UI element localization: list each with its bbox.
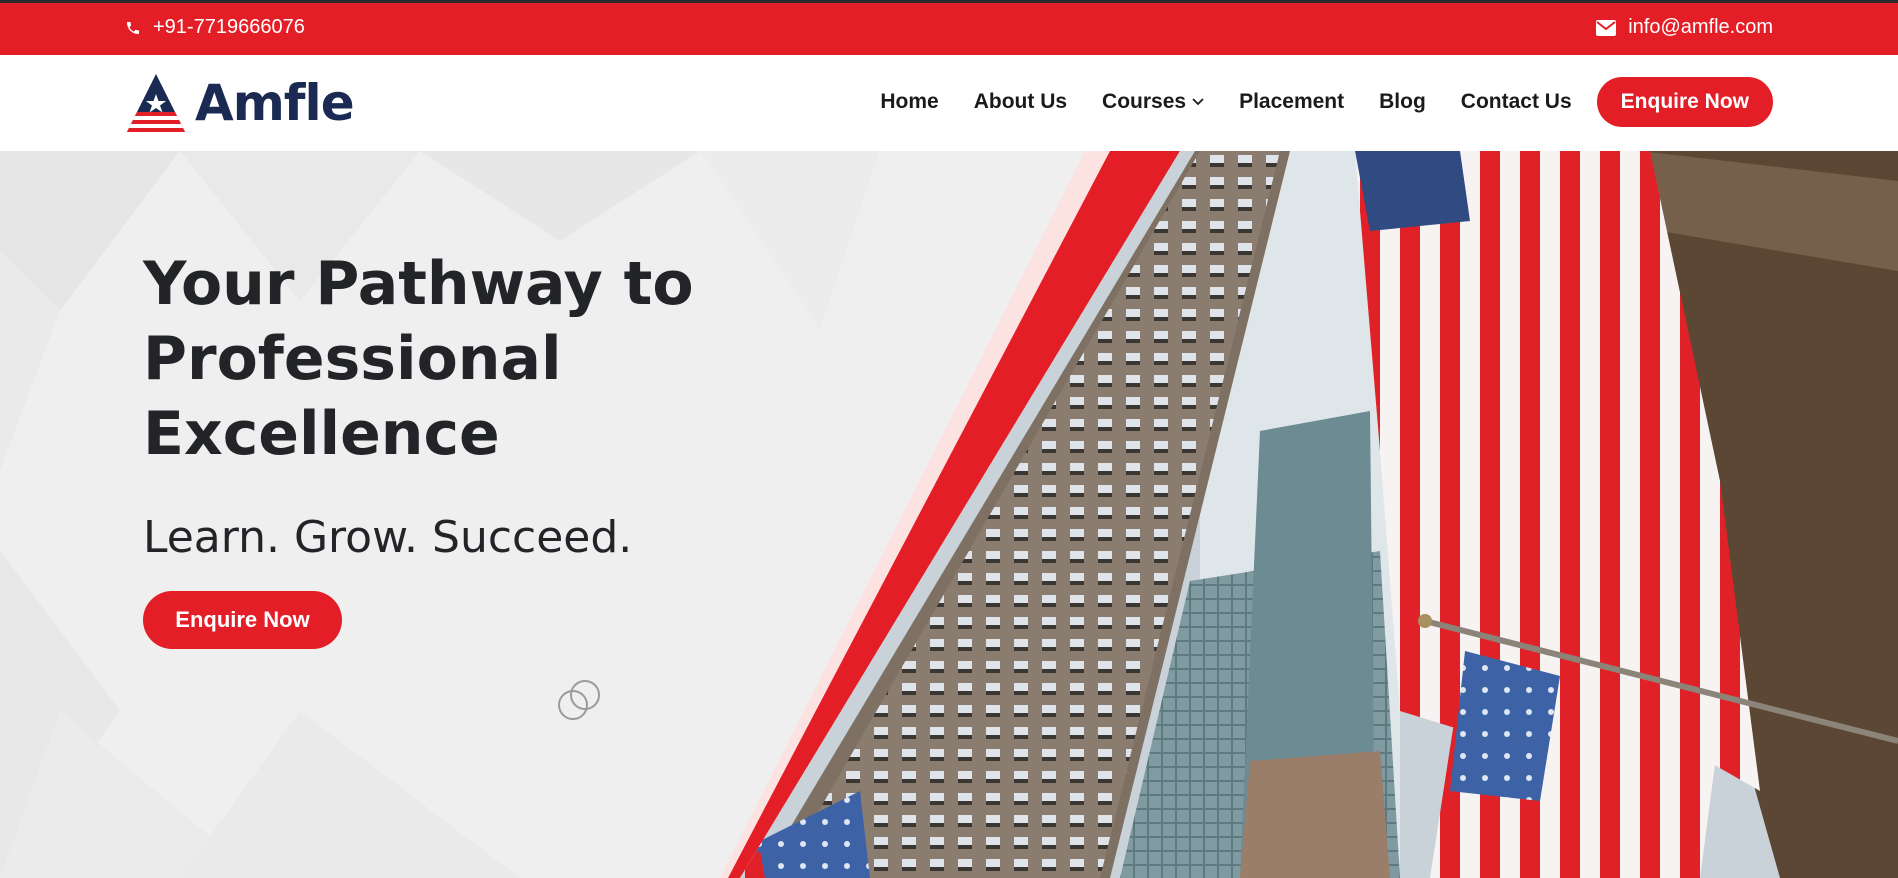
nav-item-placement[interactable]: Placement bbox=[1239, 90, 1344, 114]
hero-subtitle: Learn. Grow. Succeed. bbox=[143, 512, 633, 563]
phone-contact[interactable]: +91-7719666076 bbox=[125, 16, 305, 39]
hero-section: Your Pathway to Professional Excellence … bbox=[0, 151, 1898, 878]
nav-label-home[interactable]: Home bbox=[880, 90, 938, 114]
decorative-rings-icon bbox=[558, 680, 600, 720]
nav-item-contact-us[interactable]: Contact Us bbox=[1461, 90, 1572, 114]
chevron-down-icon bbox=[1192, 98, 1204, 106]
main-navbar: Amfle Home About Us Courses Placement Bl… bbox=[0, 55, 1898, 151]
brand-name: Amfle bbox=[195, 74, 355, 132]
logo-mark-icon bbox=[127, 74, 185, 132]
hero-title: Your Pathway to Professional Excellence bbox=[143, 249, 694, 469]
nav-label-blog[interactable]: Blog bbox=[1379, 90, 1426, 114]
top-contact-bar: +91-7719666076 info@amfle.com bbox=[0, 0, 1898, 55]
nav-item-about-us[interactable]: About Us bbox=[974, 90, 1067, 114]
email-contact[interactable]: info@amfle.com bbox=[1596, 16, 1773, 39]
hero-enquire-button[interactable]: Enquire Now bbox=[143, 591, 342, 649]
nav-label-about-us[interactable]: About Us bbox=[974, 90, 1067, 114]
nav-enquire-button[interactable]: Enquire Now bbox=[1596, 77, 1773, 127]
email-address[interactable]: info@amfle.com bbox=[1628, 16, 1773, 39]
nav-label-contact-us[interactable]: Contact Us bbox=[1461, 90, 1572, 114]
phone-number[interactable]: +91-7719666076 bbox=[153, 16, 305, 39]
nav-item-home[interactable]: Home bbox=[880, 90, 938, 114]
nav-label-courses[interactable]: Courses bbox=[1102, 90, 1186, 114]
envelope-icon bbox=[1596, 19, 1617, 36]
nav-menu: Home About Us Courses Placement Blog Con… bbox=[845, 77, 1773, 127]
nav-item-courses[interactable]: Courses bbox=[1102, 90, 1204, 114]
nav-item-blog[interactable]: Blog bbox=[1379, 90, 1426, 114]
phone-icon bbox=[125, 20, 141, 36]
brand-logo[interactable]: Amfle bbox=[125, 72, 355, 134]
nav-label-placement[interactable]: Placement bbox=[1239, 90, 1344, 114]
